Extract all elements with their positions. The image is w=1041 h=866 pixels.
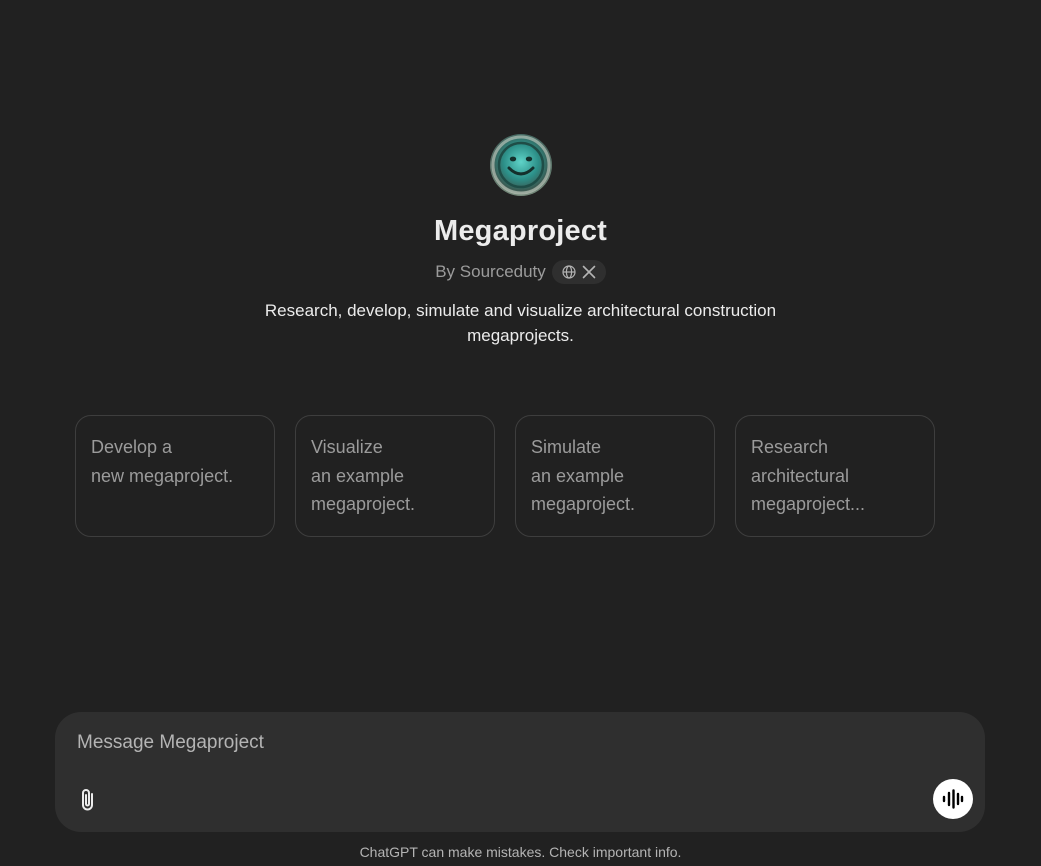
starter-line: Develop a xyxy=(91,437,173,457)
chat-page: Megaproject By Sourceduty Research, deve… xyxy=(0,0,1041,866)
disclaimer-text: ChatGPT can make mistakes. Check importa… xyxy=(359,844,682,860)
gpt-avatar xyxy=(489,134,552,196)
starter-line: megaproject... xyxy=(751,494,866,514)
starter-line: an example xyxy=(531,465,625,486)
starter-line: Simulate xyxy=(531,437,602,457)
conversation-starters: Develop a new megaproject. Visualize an … xyxy=(75,415,935,537)
paperclip-icon[interactable] xyxy=(75,785,101,815)
starter-card[interactable]: Develop a new megaproject. xyxy=(75,415,275,537)
smiley-face-avatar-icon xyxy=(491,135,550,195)
starter-line: Visualize xyxy=(311,437,383,457)
gpt-title: Megaproject xyxy=(433,215,607,247)
globe-icon[interactable] xyxy=(562,265,576,279)
gpt-description: Research, develop, simulate and visualiz… xyxy=(264,301,777,345)
starter-line: megaproject. xyxy=(531,494,636,514)
starter-card[interactable]: Visualize an example megaproject. xyxy=(295,415,495,537)
gpt-header: Megaproject By Sourceduty Research, deve… xyxy=(0,134,1041,348)
message-composer xyxy=(55,712,985,832)
social-links xyxy=(551,260,606,284)
starter-line: new megaproject. xyxy=(91,465,234,486)
gpt-byline: By Sourceduty xyxy=(435,260,606,284)
starter-line: architectural xyxy=(751,465,850,486)
x-icon[interactable] xyxy=(582,265,596,279)
starter-line: an example xyxy=(311,465,405,486)
starter-line: megaproject. xyxy=(311,494,416,514)
message-input[interactable] xyxy=(77,732,917,754)
author-name: By Sourceduty xyxy=(435,262,546,281)
starter-line: Research xyxy=(751,437,829,457)
starter-card[interactable]: Simulate an example megaproject. xyxy=(515,415,715,537)
voice-mode-icon[interactable] xyxy=(933,779,973,819)
starter-card[interactable]: Research architectural megaproject... xyxy=(735,415,935,537)
